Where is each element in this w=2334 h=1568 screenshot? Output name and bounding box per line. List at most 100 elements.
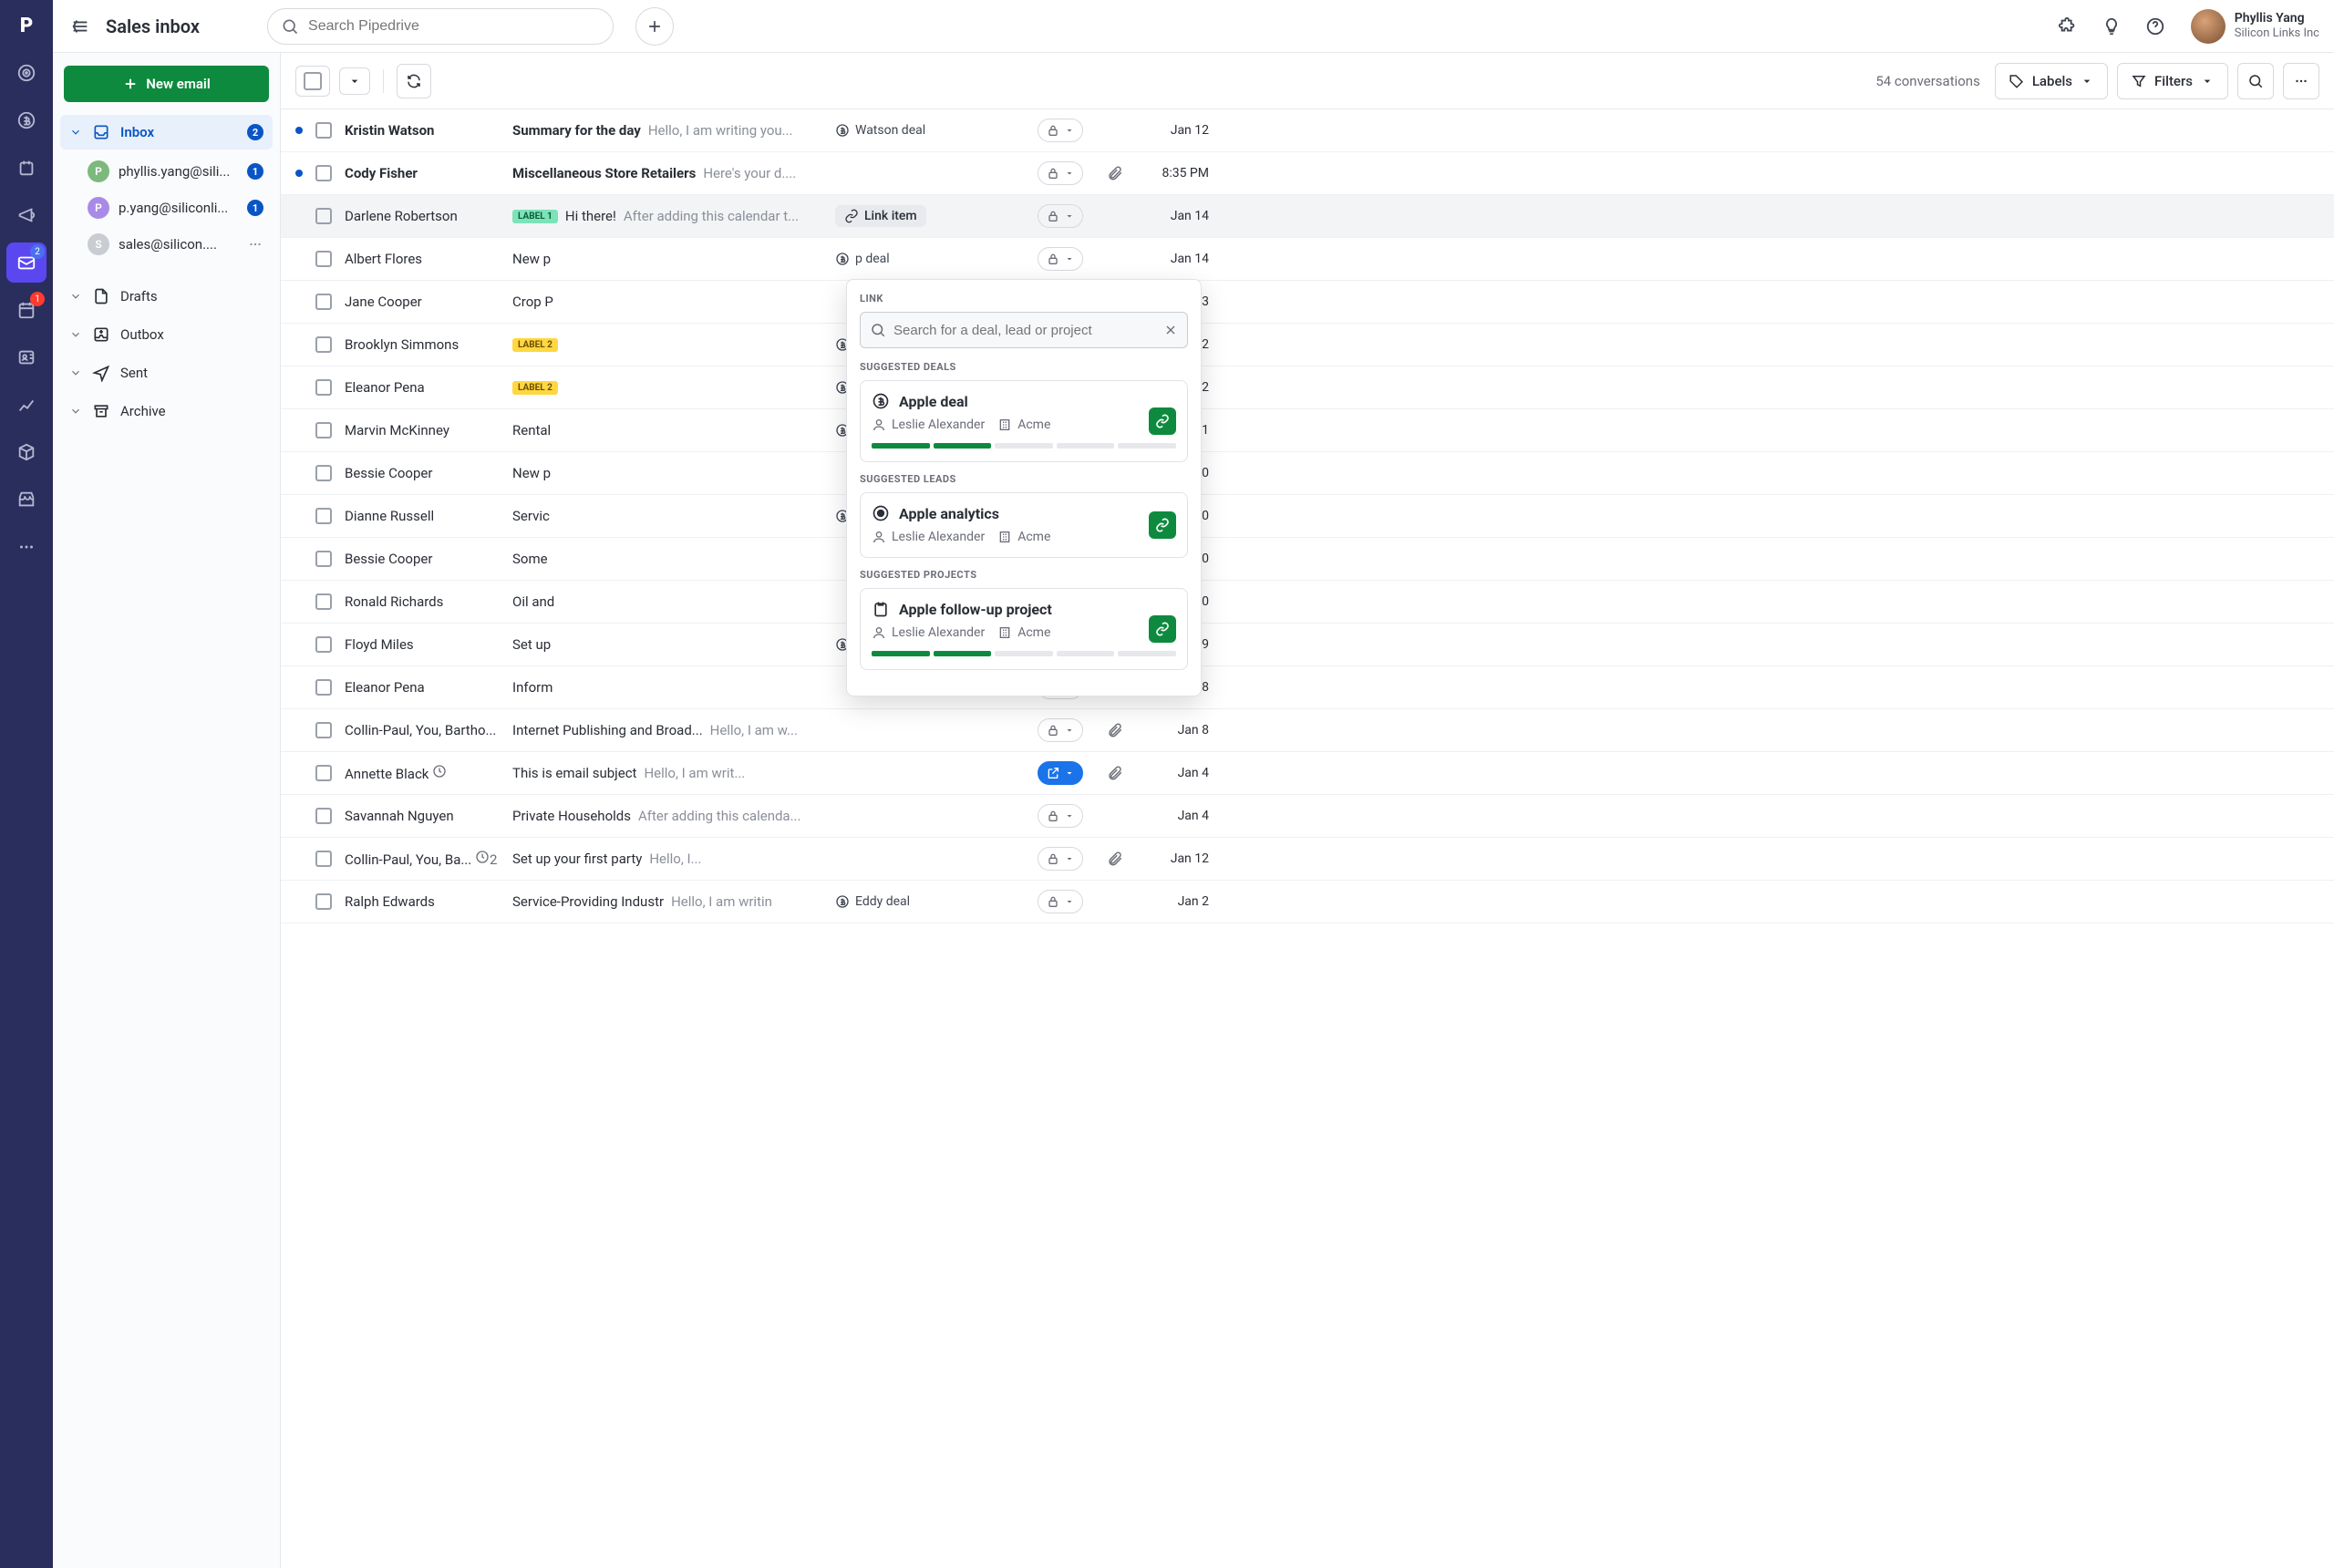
add-button[interactable] [635,7,674,46]
email-checkbox[interactable] [315,294,332,310]
email-checkbox[interactable] [315,551,332,567]
email-row[interactable]: Ralph Edwards Service-Providing IndustrH… [281,881,2334,923]
link-search[interactable] [860,312,1188,348]
folder-archive[interactable]: Archive [60,394,273,428]
folder-inbox[interactable]: Inbox 2 [60,115,273,150]
nav-projects[interactable] [6,148,46,188]
visibility-button[interactable] [1038,718,1083,742]
nav-leads[interactable] [6,53,46,93]
nav-campaigns[interactable] [6,195,46,235]
email-checkbox[interactable] [315,808,332,824]
labels-dropdown[interactable]: Labels [1995,63,2108,99]
email-sender: Collin-Paul, You, Bartho... [345,722,500,738]
select-all-dropdown[interactable] [339,67,370,95]
nav-mail[interactable]: 2 [6,242,46,283]
visibility-button[interactable] [1038,804,1083,828]
email-checkbox[interactable] [315,336,332,353]
email-checkbox[interactable] [315,593,332,610]
link-deal-button[interactable] [1149,407,1176,435]
extensions-icon[interactable] [2052,11,2083,42]
visibility-button[interactable] [1038,847,1083,871]
select-all-checkbox[interactable] [295,66,330,97]
email-subject: Rental [512,422,551,438]
email-row[interactable]: Eleanor Pena LABEL 2 eal Jan 12 [281,366,2334,409]
nav-more[interactable] [6,527,46,567]
nav-activities[interactable]: 1 [6,290,46,330]
email-row[interactable]: Ronald Richards Oil and Jan 10 [281,581,2334,624]
email-checkbox[interactable] [315,765,332,781]
email-row[interactable]: Savannah Nguyen Private HouseholdsAfter … [281,795,2334,838]
email-checkbox[interactable] [315,208,332,224]
filters-dropdown[interactable]: Filters [2117,63,2228,99]
sidebar-account[interactable]: S sales@silicon.... [60,226,273,263]
email-row[interactable]: Albert Flores New p p deal Jan 14 [281,238,2334,281]
email-row[interactable]: Collin-Paul, You, Ba... 2 Set up your fi… [281,838,2334,881]
nav-marketplace[interactable] [6,480,46,520]
visibility-button[interactable] [1038,204,1083,228]
nav-deals[interactable] [6,100,46,140]
visibility-button[interactable] [1038,119,1083,142]
link-search-input[interactable] [893,323,1156,338]
email-row[interactable]: Bessie Cooper Some Jan 10 [281,538,2334,581]
search-in-list-button[interactable] [2237,63,2274,99]
suggested-project-card[interactable]: Apple follow-up project Leslie Alexander… [860,588,1188,670]
email-checkbox[interactable] [315,722,332,738]
profile-menu[interactable]: Phyllis Yang Silicon Links Inc [2191,9,2319,44]
email-checkbox[interactable] [315,636,332,653]
email-preview: Hello, I am writ... [644,765,745,781]
page-title: Sales inbox [106,15,200,37]
email-checkbox[interactable] [315,679,332,696]
link-project-button[interactable] [1149,615,1176,643]
email-row[interactable]: Kristin Watson Summary for the dayHello,… [281,109,2334,152]
email-checkbox[interactable] [315,165,332,181]
email-row[interactable]: Cody Fisher Miscellaneous Store Retailer… [281,152,2334,195]
email-checkbox[interactable] [315,465,332,481]
email-row[interactable]: Annette Black This is email subjectHello… [281,752,2334,795]
account-more-icon[interactable] [247,236,263,253]
folder-sent[interactable]: Sent [60,356,273,390]
email-row[interactable]: Dianne Russell Servic l Jan 10 [281,495,2334,538]
email-row[interactable]: Eleanor Pena Inform Jan 8 [281,666,2334,709]
nav-products[interactable] [6,432,46,472]
suggested-lead-card[interactable]: Apple analytics Leslie Alexander Acme [860,492,1188,558]
email-row[interactable]: Jane Cooper Crop P Jan 13 [281,281,2334,324]
email-row[interactable]: Darlene Robertson LABEL 1Hi there!After … [281,195,2334,238]
email-row[interactable]: Floyd Miles Set up p and Brothers... Jan… [281,624,2334,666]
lead-name: Apple analytics [899,505,999,522]
email-row[interactable]: Marvin McKinney Rental deal Jan 11 [281,409,2334,452]
nav-insights[interactable] [6,385,46,425]
visibility-button[interactable] [1038,890,1083,913]
link-item-button[interactable]: Link item [835,205,926,227]
scheduled-icon [432,764,447,779]
help-icon[interactable] [2140,11,2171,42]
email-checkbox[interactable] [315,379,332,396]
folder-drafts[interactable]: Drafts [60,279,273,314]
collapse-sidebar-button[interactable] [67,14,93,39]
email-checkbox[interactable] [315,251,332,267]
sidebar-account[interactable]: P p.yang@siliconli...1 [60,190,273,226]
tips-icon[interactable] [2096,11,2127,42]
folder-outbox[interactable]: Outbox [60,317,273,352]
lead-person: Leslie Alexander [892,530,985,544]
email-checkbox[interactable] [315,422,332,438]
visibility-button[interactable] [1038,161,1083,185]
link-lead-button[interactable] [1149,511,1176,539]
refresh-button[interactable] [397,64,431,98]
visibility-button[interactable] [1038,761,1083,785]
nav-contacts[interactable] [6,337,46,377]
email-checkbox[interactable] [315,851,332,867]
email-checkbox[interactable] [315,508,332,524]
new-email-button[interactable]: New email [64,66,269,102]
global-search-input[interactable] [308,18,600,35]
email-row[interactable]: Brooklyn Simmons LABEL 2 eal Jan 12 [281,324,2334,366]
more-actions-button[interactable] [2283,63,2319,99]
email-checkbox[interactable] [315,893,332,910]
email-row[interactable]: Collin-Paul, You, Bartho... Internet Pub… [281,709,2334,752]
visibility-button[interactable] [1038,247,1083,271]
global-search[interactable] [267,8,614,45]
clear-icon[interactable] [1163,323,1178,337]
suggested-deal-card[interactable]: Apple deal Leslie Alexander Acme [860,380,1188,462]
sidebar-account[interactable]: P phyllis.yang@sili...1 [60,153,273,190]
email-checkbox[interactable] [315,122,332,139]
email-row[interactable]: Bessie Cooper New p Jan 10 [281,452,2334,495]
